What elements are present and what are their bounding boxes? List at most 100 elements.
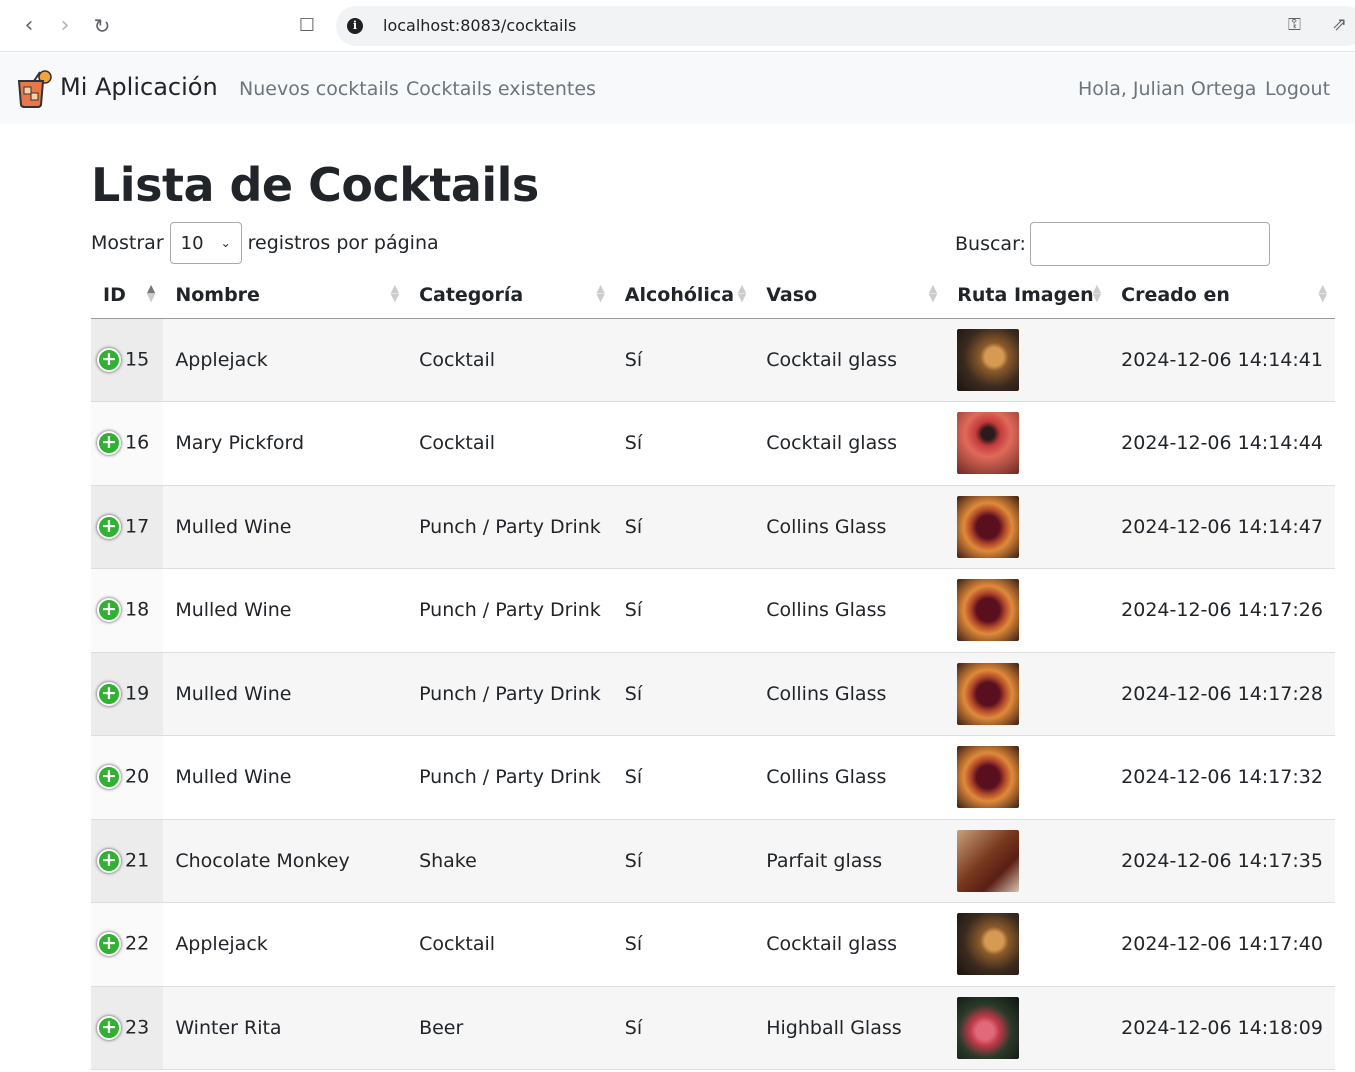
column-header-alcoholica[interactable]: Alcohólica ▲ ▼ [612, 272, 755, 319]
cocktail-logo-icon[interactable] [16, 70, 52, 108]
cell-ruta-imagen [945, 652, 1110, 736]
cell-creado-en: 2024-12-06 14:17:40 [1109, 902, 1335, 987]
back-icon[interactable]: ‹ [16, 13, 42, 39]
expand-row-icon[interactable]: + [97, 848, 121, 873]
cell-vaso: Cocktail glass [754, 902, 946, 987]
cocktail-thumbnail [957, 746, 1020, 809]
column-header-vaso[interactable]: Vaso ▲ ▼ [754, 272, 946, 319]
cell-nombre: Mulled Wine [163, 568, 408, 653]
table-row: +22 Applejack Cocktail Sí Cocktail glass 2024… [91, 902, 1335, 987]
column-header-id[interactable]: ID ▲ ▼ [91, 272, 164, 319]
url-text[interactable]: localhost:8083/cocktails [383, 16, 576, 35]
cell-ruta-imagen [945, 485, 1110, 569]
cell-categoria: Cocktail [407, 401, 613, 486]
cell-nombre: Mary Pickford [163, 401, 408, 486]
cell-id: +18 [91, 568, 164, 653]
cell-id: +21 [91, 819, 164, 903]
cell-creado-en: 2024-12-06 14:18:09 [1109, 986, 1335, 1070]
site-info-icon[interactable]: i [347, 18, 363, 34]
table-row: +18 Mulled Wine Punch / Party Drink Sí Colli… [91, 568, 1335, 653]
expand-row-icon[interactable]: + [97, 765, 121, 790]
cell-categoria: Punch / Party Drink [407, 568, 613, 653]
cell-alcoholica: Sí [612, 318, 755, 402]
cell-vaso: Cocktail glass [754, 318, 946, 402]
cell-alcoholica: Sí [612, 568, 755, 653]
cell-vaso: Collins Glass [754, 485, 946, 569]
column-header-categoria[interactable]: Categoría ▲ ▼ [407, 272, 613, 319]
cell-ruta-imagen [945, 568, 1110, 653]
table-row: +15 Applejack Cocktail Sí Cocktail glass 2024… [91, 318, 1335, 402]
column-header-ruta-imagen[interactable]: Ruta Imagen ▲ ▼ [945, 272, 1110, 319]
sort-icon: ▲ ▼ [390, 282, 400, 304]
cell-ruta-imagen [945, 735, 1110, 820]
cell-categoria: Punch / Party Drink [407, 485, 613, 569]
cell-vaso: Collins Glass [754, 568, 946, 653]
show-label: Mostrar [91, 232, 164, 254]
row-id: 22 [125, 932, 150, 955]
sort-icon: ▲ ▼ [1318, 282, 1327, 304]
expand-row-icon[interactable]: + [97, 1015, 121, 1040]
cell-vaso: Cocktail glass [754, 401, 946, 486]
page-size-select[interactable]: 10 ⌄ [169, 222, 242, 264]
forward-icon[interactable]: › [52, 13, 78, 39]
cell-id: +22 [91, 902, 164, 987]
cell-id: +23 [91, 986, 164, 1070]
page-title: Lista de Cocktails [91, 158, 539, 212]
cocktails-table: ID ▲ ▼ Nombre ▲ ▼ Categoría ▲ ▼ Alcohólica ▲ ▼ V… [91, 272, 1335, 1070]
address-bar[interactable]: i localhost:8083/cocktails ⚿ ⇗ [336, 6, 1355, 46]
cell-nombre: Winter Rita [163, 986, 408, 1070]
column-header-nombre[interactable]: Nombre ▲ ▼ [163, 272, 408, 319]
chevron-down-icon: ⌄ [220, 236, 231, 250]
cell-categoria: Shake [407, 819, 613, 903]
cocktail-thumbnail [957, 996, 1020, 1059]
row-id: 23 [125, 1016, 150, 1039]
cocktail-thumbnail [957, 495, 1020, 558]
expand-row-icon[interactable]: + [97, 431, 121, 456]
cell-ruta-imagen [945, 401, 1110, 486]
brand-title[interactable]: Mi Aplicación [60, 73, 218, 101]
row-id: 16 [125, 431, 150, 454]
cell-nombre: Mulled Wine [163, 652, 408, 736]
cell-id: +17 [91, 485, 164, 569]
cocktail-thumbnail [957, 662, 1020, 725]
share-icon[interactable]: ⇗ [1332, 14, 1347, 35]
expand-row-icon[interactable]: + [97, 514, 121, 539]
key-icon[interactable]: ⚿ [1288, 15, 1301, 35]
cell-categoria: Punch / Party Drink [407, 735, 613, 820]
cell-alcoholica: Sí [612, 485, 755, 569]
table-row: +19 Mulled Wine Punch / Party Drink Sí Colli… [91, 652, 1335, 736]
cocktail-thumbnail [957, 913, 1020, 976]
row-id: 18 [125, 598, 150, 621]
sort-icon: ▲ ▼ [928, 282, 938, 304]
column-header-creado-en[interactable]: Creado en ▲ ▼ [1109, 272, 1335, 319]
expand-row-icon[interactable]: + [97, 598, 121, 623]
cell-ruta-imagen [945, 318, 1110, 402]
sort-icon: ▲ ▼ [737, 282, 747, 304]
cell-nombre: Applejack [163, 318, 408, 402]
cell-categoria: Beer [407, 986, 613, 1070]
cell-alcoholica: Sí [612, 986, 755, 1070]
cell-categoria: Punch / Party Drink [407, 652, 613, 736]
reload-icon[interactable]: ↻ [89, 13, 115, 39]
nav-link-existing[interactable]: Cocktails existentes [406, 78, 596, 100]
page-size-value: 10 [180, 232, 204, 254]
expand-row-icon[interactable]: + [97, 347, 121, 372]
page-length-control: Mostrar 10 ⌄ registros por página [91, 222, 439, 264]
row-id: 17 [125, 515, 150, 538]
sort-icon: ▲ ▼ [1092, 282, 1102, 304]
search-input[interactable] [1029, 222, 1270, 266]
search-label: Buscar: [955, 233, 1026, 255]
cell-id: +16 [91, 401, 164, 486]
cocktail-thumbnail [957, 579, 1020, 642]
nav-link-new[interactable]: Nuevos cocktails [239, 78, 399, 100]
cell-alcoholica: Sí [612, 401, 755, 486]
logout-link[interactable]: Logout [1265, 78, 1330, 100]
bookmark-icon[interactable]: ☐ [294, 13, 320, 39]
cell-alcoholica: Sí [612, 819, 755, 903]
cell-creado-en: 2024-12-06 14:14:41 [1109, 318, 1335, 402]
expand-row-icon[interactable]: + [97, 932, 121, 957]
user-greeting: Hola, Julian Ortega [1078, 78, 1257, 100]
cell-categoria: Cocktail [407, 318, 613, 402]
expand-row-icon[interactable]: + [97, 681, 121, 706]
cell-creado-en: 2024-12-06 14:14:44 [1109, 401, 1335, 486]
